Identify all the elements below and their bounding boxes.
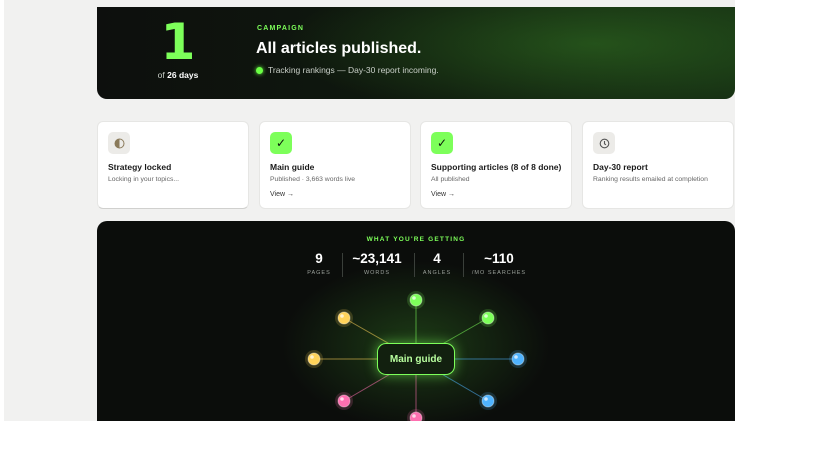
campaign-status-text: Tracking rankings — Day-30 report incomi… (268, 65, 439, 75)
content-network-graph (305, 291, 527, 421)
network-node[interactable] (337, 311, 351, 325)
step-subtitle: Ranking results emailed at completion (593, 176, 708, 183)
page-edge (0, 0, 4, 466)
check-icon: ✓ (431, 132, 453, 154)
page-margin-right (735, 0, 828, 466)
network-node-highlight (484, 314, 488, 318)
step-card-supporting: ✓ Supporting articles (8 of 8 done) All … (420, 121, 572, 209)
network-node[interactable] (481, 394, 495, 408)
step-title: Supporting articles (8 of 8 done) (431, 162, 562, 172)
half-circle-icon (108, 132, 130, 154)
campaign-hero: 1 of 26 days CAMPAIGN All articles publi… (97, 7, 735, 99)
network-node-highlight (484, 397, 488, 401)
step-card-main-guide: ✓ Main guide Published · 3,663 words liv… (259, 121, 411, 209)
network-node-highlight (514, 355, 518, 359)
network-node-highlight (412, 414, 416, 418)
network-node[interactable] (409, 293, 423, 307)
view-supporting-link[interactable]: View → (431, 191, 455, 198)
day-total-prefix: of (157, 70, 165, 80)
deliverables-panel: WHAT YOU'RE GETTING 9 PAGES ~23,141 WORD… (97, 221, 735, 421)
network-node-highlight (310, 355, 314, 359)
step-subtitle: Published · 3,663 words live (270, 176, 356, 183)
campaign-tag: CAMPAIGN (257, 25, 305, 32)
step-title: Day-30 report (593, 162, 648, 172)
clock-icon (593, 132, 615, 154)
campaign-title: All articles published. (256, 40, 422, 57)
step-subtitle: All published (431, 176, 470, 183)
day-counter: 1 (160, 13, 196, 71)
network-node-highlight (340, 314, 344, 318)
step-subtitle: Locking in your topics... (108, 176, 180, 183)
day-total: of 26 days (137, 70, 219, 80)
page-margin-bottom (0, 421, 828, 466)
main-guide-hub[interactable]: Main guide (377, 343, 455, 375)
view-main-guide-link[interactable]: View → (270, 191, 294, 198)
network-node[interactable] (481, 311, 495, 325)
network-node[interactable] (307, 352, 321, 366)
day-total-value: 26 days (167, 70, 199, 80)
check-icon: ✓ (270, 132, 292, 154)
network-node[interactable] (409, 411, 423, 421)
step-title: Strategy locked (108, 162, 172, 172)
network-node-highlight (340, 397, 344, 401)
network-node[interactable] (337, 394, 351, 408)
step-card-strategy: Strategy locked Locking in your topics..… (97, 121, 249, 209)
network-node[interactable] (511, 352, 525, 366)
campaign-status: Tracking rankings — Day-30 report incomi… (256, 65, 439, 75)
step-title: Main guide (270, 162, 315, 172)
step-card-day30-report: Day-30 report Ranking results emailed at… (582, 121, 734, 209)
network-node-highlight (412, 296, 416, 300)
status-dot-icon (256, 66, 263, 74)
